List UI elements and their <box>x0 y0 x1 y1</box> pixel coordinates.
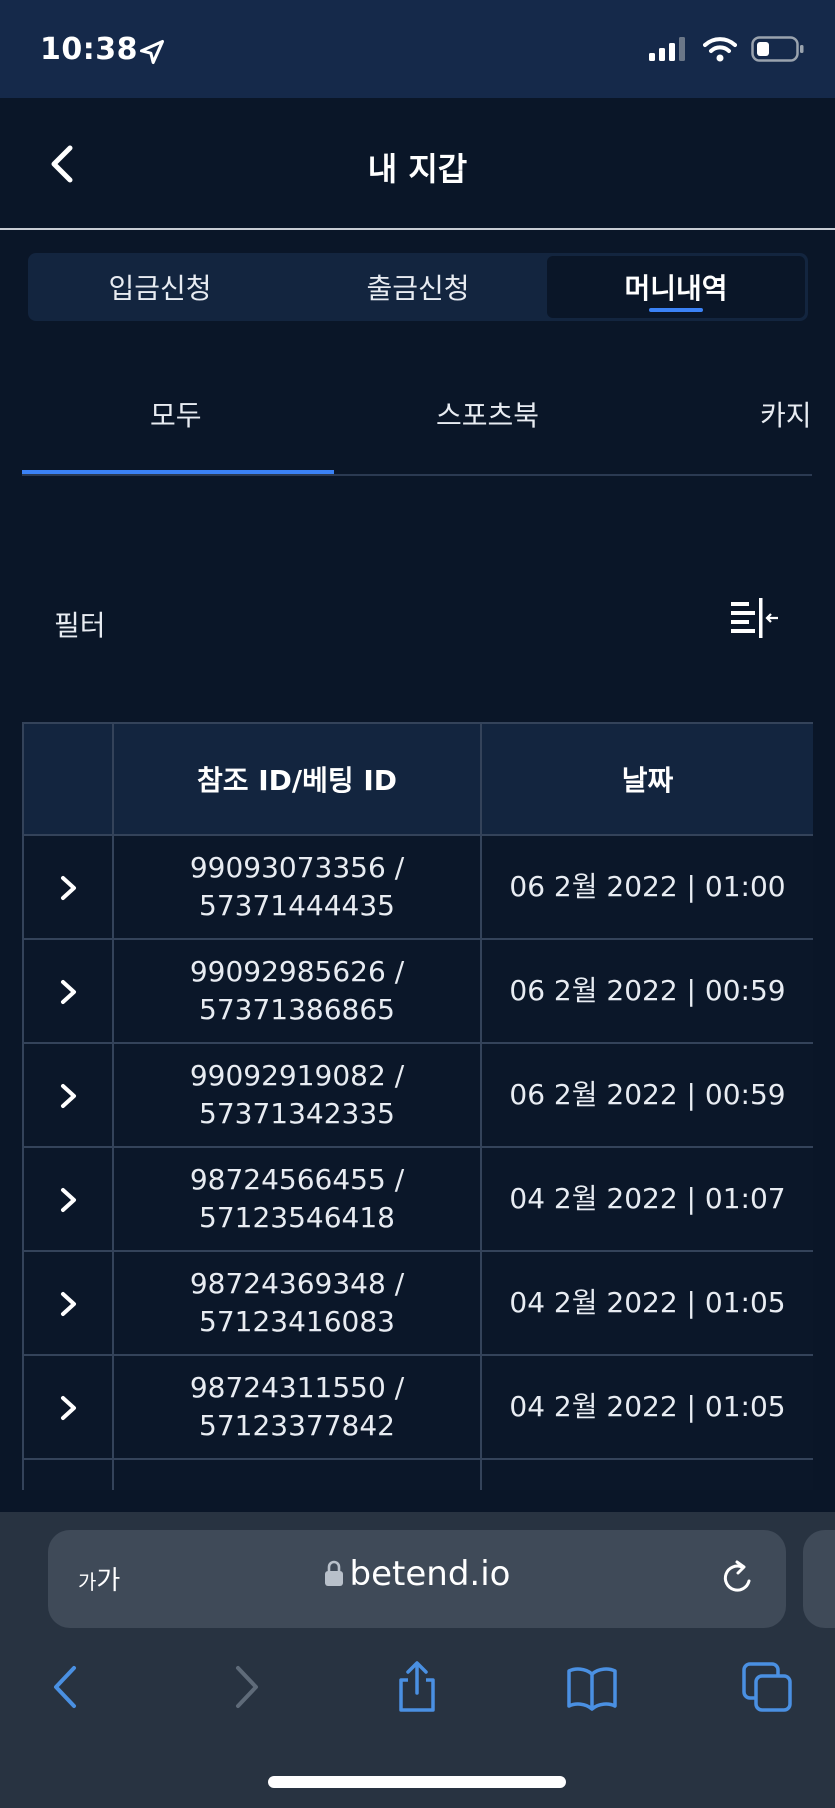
url-text: betend.io <box>349 1554 511 1594</box>
wifi-icon <box>703 37 737 62</box>
tab-label: 머니내역 <box>624 272 728 305</box>
ref-id-cell: 99092985626 / 57371386865 <box>112 938 482 1044</box>
table-row[interactable]: 98724566455 / 57123546418 04 2월 2022 | 0… <box>22 1146 813 1252</box>
screen: 10:38 내 지갑 입금신청 출금신청 머니내역 모두 스포츠북 카지 필터 … <box>0 0 835 1808</box>
column-header-expand <box>22 722 114 836</box>
status-icons <box>649 36 805 62</box>
date-cell <box>480 1458 813 1490</box>
signal-icon <box>649 37 685 61</box>
reload-icon[interactable] <box>718 1558 758 1598</box>
table-header-row: 참조 ID/베팅 ID 날짜 <box>22 722 813 836</box>
expand-cell[interactable] <box>22 1458 114 1490</box>
subtab-sportsbook[interactable]: 스포츠북 <box>436 394 539 434</box>
expand-cell[interactable] <box>22 1354 114 1460</box>
tab-label: 입금신청 <box>108 272 212 305</box>
date-cell: 06 2월 2022 | 00:59 <box>480 1042 813 1148</box>
date-cell: 06 2월 2022 | 00:59 <box>480 938 813 1044</box>
ref-id-cell: 99093073356 / 57371444435 <box>112 834 482 940</box>
bet-id: 57123546418 <box>199 1201 395 1234</box>
chevron-right-icon[interactable] <box>55 1185 81 1215</box>
bet-id: 57123377842 <box>199 1409 395 1442</box>
url-display[interactable]: betend.io <box>48 1554 786 1594</box>
tab-deposit-request[interactable]: 입금신청 <box>31 256 289 318</box>
address-bar[interactable]: 가가 betend.io <box>48 1530 786 1628</box>
status-time: 10:38 <box>40 32 138 67</box>
subtab-active-indicator <box>22 470 334 474</box>
subtab-casino[interactable]: 카지 <box>760 394 812 434</box>
filter-label[interactable]: 필터 <box>54 604 106 644</box>
date-cell: 04 2월 2022 | 01:05 <box>480 1250 813 1356</box>
chevron-right-icon[interactable] <box>55 873 81 903</box>
expand-cell[interactable] <box>22 834 114 940</box>
ref-id-cell: 98724301121 / <box>112 1458 482 1490</box>
main-tabs: 입금신청 출금신청 머니내역 <box>28 253 808 321</box>
ref-id: 99093073356 / <box>189 851 405 884</box>
table-row[interactable]: 98724311550 / 57123377842 04 2월 2022 | 0… <box>22 1354 813 1460</box>
chevron-right-icon[interactable] <box>55 1081 81 1111</box>
bet-id: 57123416083 <box>199 1305 395 1338</box>
page-title: 내 지갑 <box>367 150 468 188</box>
chevron-right-icon[interactable] <box>55 977 81 1007</box>
location-arrow-icon <box>139 39 165 65</box>
browser-bar: 가가 betend.io <box>0 1512 835 1808</box>
table-row[interactable]: 98724301121 / <box>22 1458 813 1490</box>
ref-id-cell: 99092919082 / 57371342335 <box>112 1042 482 1148</box>
bet-id: 57371386865 <box>199 993 395 1026</box>
table-row[interactable]: 99093073356 / 57371444435 06 2월 2022 | 0… <box>22 834 813 940</box>
expand-cell[interactable] <box>22 1042 114 1148</box>
ref-id: 98724566455 / <box>189 1163 405 1196</box>
date-cell: 06 2월 2022 | 01:00 <box>480 834 813 940</box>
ref-id-cell: 98724369348 / 57123416083 <box>112 1250 482 1356</box>
sub-tabs: 모두 스포츠북 카지 <box>22 370 812 476</box>
date-cell: 04 2월 2022 | 01:07 <box>480 1146 813 1252</box>
forward-icon[interactable] <box>218 1660 272 1714</box>
column-header-ref-id: 참조 ID/베팅 ID <box>112 722 482 836</box>
back-icon[interactable] <box>40 1660 94 1714</box>
expand-cell[interactable] <box>22 1250 114 1356</box>
home-indicator <box>268 1776 566 1788</box>
ref-id: 99092919082 / <box>189 1059 405 1092</box>
table-row[interactable]: 99092919082 / 57371342335 06 2월 2022 | 0… <box>22 1042 813 1148</box>
status-bar: 10:38 <box>0 0 835 98</box>
chevron-right-icon[interactable] <box>55 1289 81 1319</box>
bookmarks-icon[interactable] <box>565 1660 619 1714</box>
filter-collapse-icon[interactable] <box>728 598 780 642</box>
column-header-date: 날짜 <box>480 722 813 836</box>
subtab-all[interactable]: 모두 <box>150 394 202 434</box>
tab-money-history[interactable]: 머니내역 <box>547 256 805 318</box>
date-cell: 04 2월 2022 | 01:05 <box>480 1354 813 1460</box>
share-icon[interactable] <box>390 1660 444 1714</box>
ref-id: 99092985626 / <box>189 955 405 988</box>
bet-id: 57371444435 <box>199 889 395 922</box>
next-tab-pill[interactable] <box>803 1530 835 1628</box>
ref-id: 98724311550 / <box>189 1371 405 1404</box>
app-header: 내 지갑 <box>0 98 835 230</box>
expand-cell[interactable] <box>22 938 114 1044</box>
battery-icon <box>751 36 804 62</box>
tab-withdraw-request[interactable]: 출금신청 <box>289 256 547 318</box>
tabs-icon[interactable] <box>740 1660 794 1714</box>
ref-id-cell: 98724566455 / 57123546418 <box>112 1146 482 1252</box>
tab-active-indicator <box>649 308 703 312</box>
chevron-right-icon[interactable] <box>55 1393 81 1423</box>
table-row[interactable]: 99092985626 / 57371386865 06 2월 2022 | 0… <box>22 938 813 1044</box>
expand-cell[interactable] <box>22 1146 114 1252</box>
lock-icon <box>324 1560 343 1586</box>
bet-id: 57371342335 <box>199 1097 395 1130</box>
ref-id-cell: 98724311550 / 57123377842 <box>112 1354 482 1460</box>
tab-label: 출금신청 <box>366 272 470 305</box>
history-table: 참조 ID/베팅 ID 날짜 99093073356 / 57371444435… <box>22 722 813 1490</box>
ref-id: 98724369348 / <box>189 1267 405 1300</box>
table-row[interactable]: 98724369348 / 57123416083 04 2월 2022 | 0… <box>22 1250 813 1356</box>
